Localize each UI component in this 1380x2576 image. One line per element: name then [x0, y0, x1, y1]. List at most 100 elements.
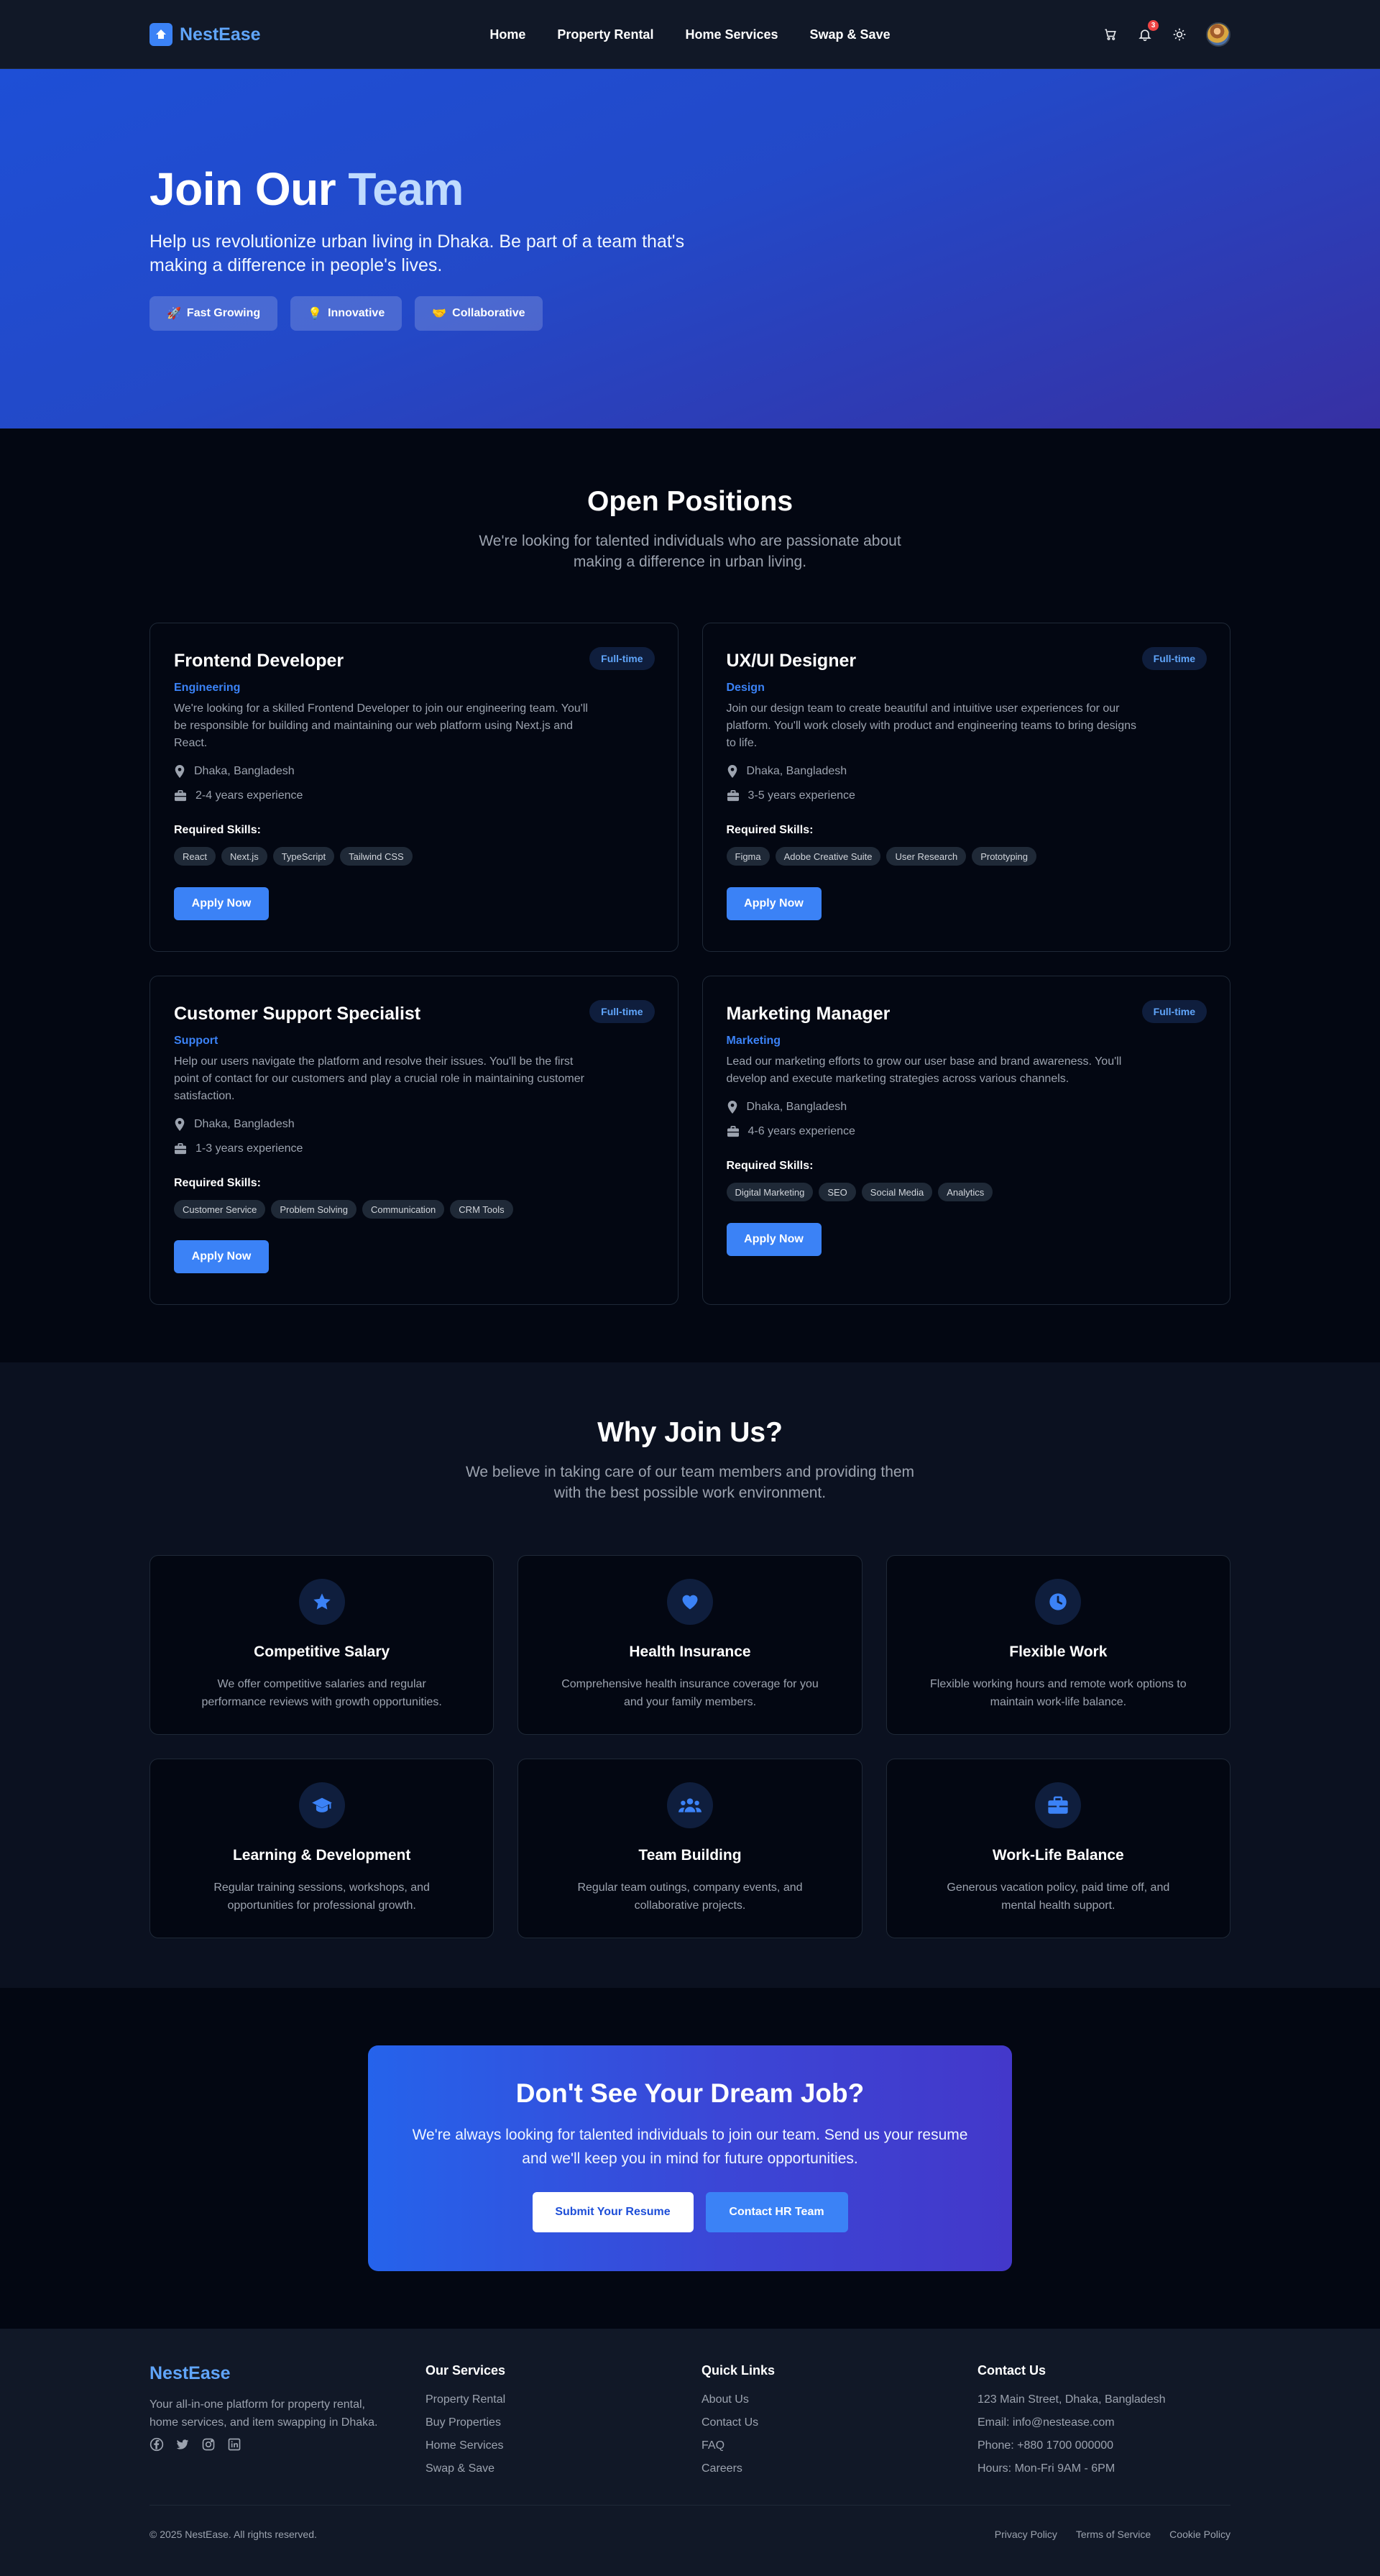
- lightbulb-icon: 💡: [308, 308, 323, 320]
- skill-tag: User Research: [886, 847, 967, 866]
- benefit-card: Work-Life Balance Generous vacation poli…: [886, 1759, 1230, 1938]
- briefcase-icon: [727, 790, 739, 802]
- footer-quick-links-column: Quick Links About Us Contact Us FAQ Care…: [702, 2363, 954, 2485]
- map-pin-icon: [175, 1118, 185, 1131]
- cookie-policy-link[interactable]: Cookie Policy: [1169, 2529, 1230, 2540]
- benefit-card: Health Insurance Comprehensive health in…: [518, 1555, 862, 1735]
- benefit-text: We offer competitive salaries and regula…: [201, 1678, 442, 1708]
- job-description: Lead our marketing efforts to grow our u…: [726, 1055, 1122, 1085]
- skill-tag: Tailwind CSS: [340, 847, 413, 866]
- job-location-text: Dhaka, Bangladesh: [746, 1101, 847, 1113]
- cta-buttons: Submit Your Resume Contact HR Team: [368, 2192, 1012, 2232]
- map-pin-icon: [727, 1101, 737, 1114]
- top-navbar: NestEase Home Property Rental Home Servi…: [0, 0, 1380, 69]
- footer-column-title: Quick Links: [702, 2363, 776, 2378]
- skills-list: Figma Adobe Creative Suite User Research Pr…: [726, 847, 1208, 866]
- section-subtitle: We believe in taking care of our team me…: [465, 1464, 915, 1501]
- privacy-policy-link[interactable]: Privacy Policy: [995, 2529, 1057, 2540]
- hero-chips: 🚀 Fast Growing 💡 Innovative 🤝 Collaborat…: [150, 296, 1230, 331]
- footer-bottom: © 2025 NestEase. All rights reserved. Pr…: [150, 2505, 1230, 2540]
- footer-link[interactable]: Home Services: [426, 2439, 678, 2462]
- heart-icon: [666, 1579, 713, 1625]
- linkedin-icon[interactable]: [227, 2437, 242, 2455]
- main-nav: Home Property Rental Home Services Swap …: [489, 27, 890, 42]
- job-type-badge: Full-time: [589, 647, 655, 670]
- nav-link-property-rental[interactable]: Property Rental: [557, 27, 653, 42]
- job-location-text: Dhaka, Bangladesh: [194, 765, 295, 777]
- job-description: Join our design team to create beautiful…: [726, 702, 1136, 749]
- briefcase-icon: [727, 1126, 739, 1137]
- contact-hr-button[interactable]: Contact HR Team: [705, 2192, 848, 2232]
- nav-link-home[interactable]: Home: [489, 27, 525, 42]
- footer-link[interactable]: Contact Us: [702, 2416, 954, 2439]
- job-experience: 2-4 years experience: [174, 789, 655, 802]
- skills-label: Required Skills:: [726, 824, 814, 836]
- footer-contact-hours: Hours: Mon-Fri 9AM - 6PM: [978, 2462, 1116, 2475]
- job-experience: 1-3 years experience: [174, 1142, 655, 1155]
- nav-link-home-services[interactable]: Home Services: [685, 27, 778, 42]
- hero-title-main: Join Our: [150, 163, 336, 215]
- job-card: Full-time Marketing Manager Marketing Le…: [702, 976, 1230, 1305]
- footer-contact-email: Email: info@nestease.com: [978, 2416, 1115, 2429]
- facebook-icon[interactable]: [150, 2437, 164, 2455]
- job-title: UX/UI Designer: [726, 651, 857, 671]
- cta-text: We're always looking for talented indivi…: [412, 2127, 968, 2167]
- footer-link[interactable]: Swap & Save: [426, 2462, 678, 2485]
- twitter-icon[interactable]: [175, 2437, 190, 2455]
- cart-icon[interactable]: [1103, 27, 1118, 42]
- footer-link[interactable]: Property Rental: [426, 2393, 678, 2416]
- job-list: Full-time Frontend Developer Engineering…: [150, 623, 1230, 1305]
- footer-brand[interactable]: NestEase: [150, 2363, 402, 2384]
- briefcase-icon: [1035, 1782, 1082, 1828]
- nav-link-swap-save[interactable]: Swap & Save: [810, 27, 891, 42]
- benefit-card: Team Building Regular team outings, comp…: [518, 1759, 862, 1938]
- footer-link[interactable]: Careers: [702, 2462, 954, 2485]
- apply-now-button[interactable]: Apply Now: [726, 1223, 822, 1256]
- job-department: Support: [174, 1035, 218, 1047]
- footer-link[interactable]: Buy Properties: [426, 2416, 678, 2439]
- sun-icon[interactable]: [1172, 27, 1187, 42]
- job-experience-text: 4-6 years experience: [748, 1125, 855, 1137]
- benefit-text: Comprehensive health insurance coverage …: [561, 1678, 819, 1708]
- job-department: Design: [726, 682, 765, 694]
- instagram-icon[interactable]: [201, 2437, 216, 2455]
- benefit-card: Learning & Development Regular training …: [150, 1759, 494, 1938]
- chip-label: Innovative: [328, 307, 385, 319]
- skill-tag: Customer Service: [174, 1200, 266, 1219]
- footer-link[interactable]: About Us: [702, 2393, 954, 2416]
- footer-link[interactable]: FAQ: [702, 2439, 954, 2462]
- apply-now-button[interactable]: Apply Now: [726, 887, 822, 920]
- social-links: [150, 2437, 402, 2455]
- bell-icon[interactable]: 3: [1137, 20, 1159, 42]
- benefit-title: Work-Life Balance: [992, 1847, 1124, 1864]
- skill-tag: Social Media: [861, 1183, 933, 1201]
- skill-tag: CRM Tools: [450, 1200, 513, 1219]
- skill-tag: Problem Solving: [271, 1200, 356, 1219]
- submit-resume-button[interactable]: Submit Your Resume: [532, 2192, 694, 2232]
- avatar[interactable]: [1206, 22, 1230, 47]
- skills-label: Required Skills:: [174, 1177, 261, 1189]
- job-type-badge: Full-time: [1141, 647, 1207, 670]
- apply-now-button[interactable]: Apply Now: [174, 887, 269, 920]
- job-location-text: Dhaka, Bangladesh: [194, 1118, 295, 1130]
- chip-fast-growing: 🚀 Fast Growing: [150, 296, 278, 331]
- apply-now-button[interactable]: Apply Now: [174, 1240, 269, 1273]
- terms-of-service-link[interactable]: Terms of Service: [1076, 2529, 1151, 2540]
- brand-name: NestEase: [180, 24, 261, 45]
- benefit-text: Generous vacation policy, paid time off,…: [947, 1881, 1170, 1912]
- job-experience: 3-5 years experience: [727, 789, 1208, 802]
- home-icon: [150, 23, 172, 46]
- open-positions-section: Open Positions We're looking for talente…: [0, 428, 1380, 1362]
- job-experience-text: 2-4 years experience: [196, 789, 303, 802]
- section-title: Open Positions: [586, 486, 794, 517]
- briefcase-icon: [175, 1143, 186, 1155]
- job-experience-text: 1-3 years experience: [196, 1142, 303, 1155]
- job-location: Dhaka, Bangladesh: [174, 1118, 655, 1131]
- brand-logo[interactable]: NestEase: [150, 23, 261, 46]
- nav-actions: 3: [1103, 20, 1230, 47]
- cta-title: Don't See Your Dream Job?: [515, 2078, 865, 2108]
- hero-subtitle: Help us revolutionize urban living in Dh…: [150, 232, 685, 275]
- job-location: Dhaka, Bangladesh: [174, 765, 655, 778]
- map-pin-icon: [175, 765, 185, 778]
- job-card: Full-time Frontend Developer Engineering…: [150, 623, 678, 952]
